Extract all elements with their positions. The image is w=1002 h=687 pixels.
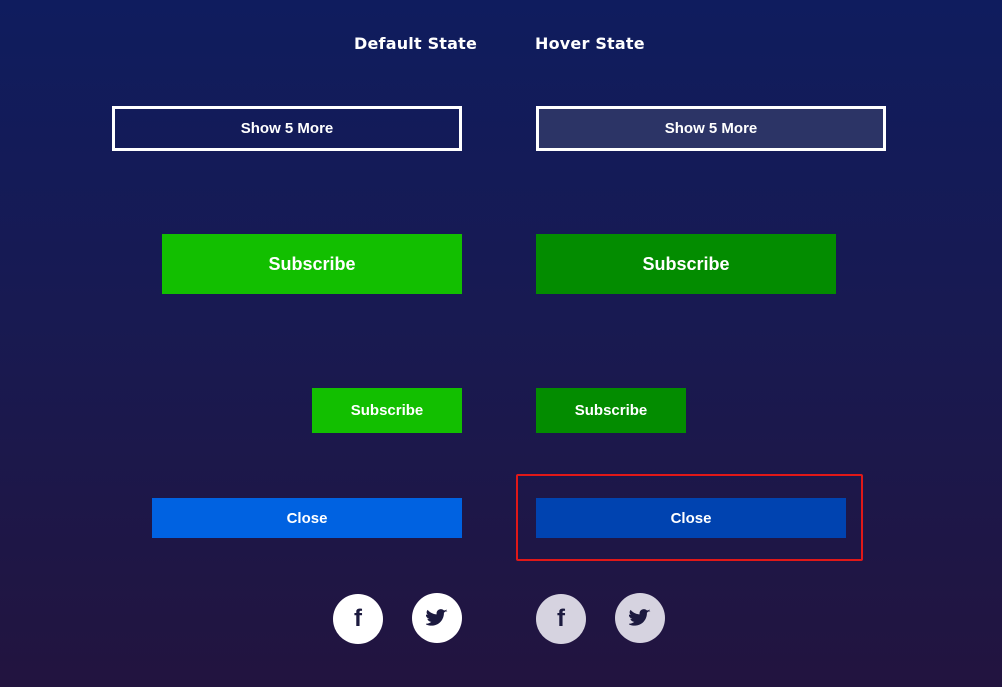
facebook-icon: f bbox=[354, 605, 362, 632]
facebook-icon: f bbox=[557, 605, 565, 632]
twitter-button-default[interactable] bbox=[412, 593, 462, 643]
subscribe-large-button-default[interactable]: Subscribe bbox=[162, 234, 462, 294]
twitter-icon bbox=[426, 609, 448, 627]
default-state-heading: Default State bbox=[354, 34, 478, 53]
subscribe-large-button-hover[interactable]: Subscribe bbox=[536, 234, 836, 294]
hover-state-heading: Hover State bbox=[535, 34, 645, 53]
subscribe-small-button-hover[interactable]: Subscribe bbox=[536, 388, 686, 433]
twitter-button-hover[interactable] bbox=[615, 593, 665, 643]
close-button-hover[interactable]: Close bbox=[536, 498, 846, 538]
subscribe-small-button-default[interactable]: Subscribe bbox=[312, 388, 462, 433]
facebook-button-default[interactable]: f bbox=[333, 594, 383, 644]
show-more-button-hover[interactable]: Show 5 More bbox=[536, 106, 886, 151]
show-more-button-default[interactable]: Show 5 More bbox=[112, 106, 462, 151]
twitter-icon bbox=[629, 609, 651, 627]
close-button-default[interactable]: Close bbox=[152, 498, 462, 538]
facebook-button-hover[interactable]: f bbox=[536, 594, 586, 644]
